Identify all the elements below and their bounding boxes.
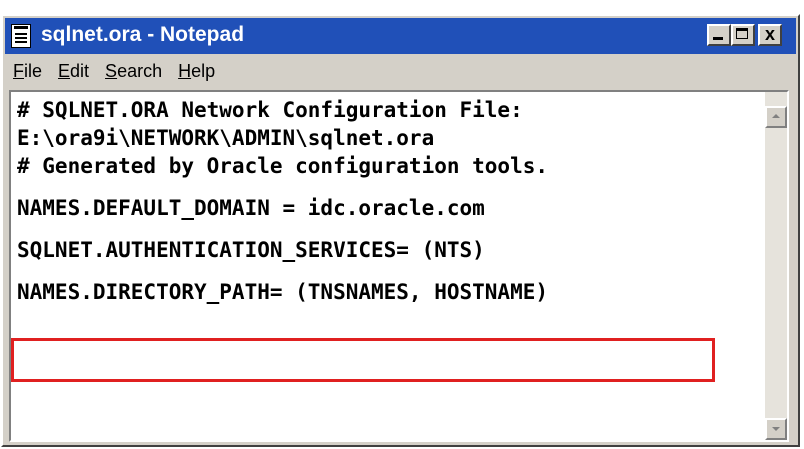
- scroll-up-button[interactable]: [765, 106, 787, 128]
- window-title: sqlnet.ora - Notepad: [41, 23, 245, 46]
- title-bar[interactable]: sqlnet.ora - Notepad x: [5, 18, 796, 54]
- close-button[interactable]: x: [758, 24, 782, 46]
- menu-bar: File Edit Search Help: [5, 56, 796, 86]
- arrow-down-icon: [772, 427, 780, 431]
- menu-search[interactable]: Search: [105, 61, 162, 82]
- notepad-icon[interactable]: [11, 24, 31, 48]
- editor-line: E:\ora9i\NETWORK\ADMIN\sqlnet.ora: [17, 126, 435, 150]
- editor-content: # SQLNET.ORA Network Configuration File:…: [17, 96, 757, 306]
- editor-line: # Generated by Oracle configuration tool…: [17, 154, 549, 178]
- menu-edit[interactable]: Edit: [58, 61, 89, 82]
- arrow-up-icon: [772, 114, 780, 118]
- close-icon: x: [764, 24, 775, 44]
- notepad-window: sqlnet.ora - Notepad x File Edit Search …: [1, 14, 800, 447]
- menu-file[interactable]: File: [13, 61, 42, 82]
- vertical-scrollbar[interactable]: [765, 92, 787, 440]
- editor-line: NAMES.DIRECTORY_PATH= (TNSNAMES, HOSTNAM…: [17, 280, 549, 304]
- maximize-button[interactable]: [731, 24, 755, 46]
- highlight-box: [11, 338, 715, 382]
- editor-line: # SQLNET.ORA Network Configuration File:: [17, 98, 523, 122]
- editor-line: NAMES.DEFAULT_DOMAIN = idc.oracle.com: [17, 196, 485, 220]
- scroll-down-button[interactable]: [765, 418, 787, 440]
- text-editor[interactable]: # SQLNET.ORA Network Configuration File:…: [9, 90, 789, 442]
- minimize-button[interactable]: [707, 24, 731, 46]
- menu-help[interactable]: Help: [178, 61, 215, 82]
- editor-line: SQLNET.AUTHENTICATION_SERVICES= (NTS): [17, 238, 485, 262]
